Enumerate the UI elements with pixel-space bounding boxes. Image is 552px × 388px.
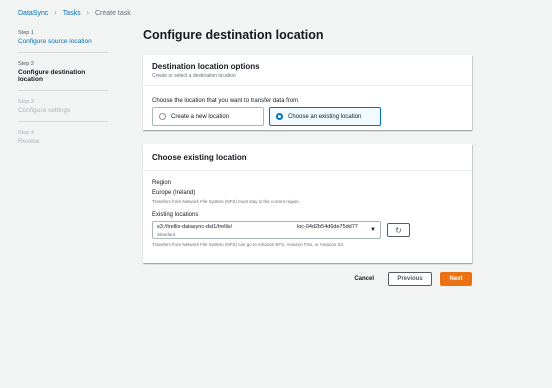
radio-checked-icon[interactable] xyxy=(276,113,283,120)
panel-title: Choose existing location xyxy=(152,153,247,162)
option-create-new-location[interactable]: Create a new location xyxy=(152,107,264,126)
choose-existing-location-panel: Choose existing location Region Europe (… xyxy=(143,144,472,263)
selected-storage-class: Standard xyxy=(157,232,176,237)
wizard-steps: Step 1 Configure source location Step 2 … xyxy=(18,30,108,160)
page-title: Configure destination location xyxy=(143,28,324,42)
region-hint: Transfers from Network File System (NFS)… xyxy=(152,199,300,204)
radio-unchecked-icon[interactable] xyxy=(159,113,166,120)
option-choose-existing-location[interactable]: Choose an existing location xyxy=(269,107,381,126)
step-number: Step 3 xyxy=(18,99,34,105)
step-review: Review xyxy=(18,138,40,145)
region-label: Region xyxy=(152,180,172,186)
breadcrumb-current: Create task xyxy=(94,10,131,17)
destination-options-panel: Destination location options Create or s… xyxy=(143,55,472,130)
chevron-right-icon: › xyxy=(86,10,89,17)
location-choice-label: Choose the location that you want to tra… xyxy=(152,98,299,104)
option-label: Create a new location xyxy=(171,113,230,120)
cancel-button[interactable]: Cancel xyxy=(348,276,380,282)
selected-location-path: s3://trellis-datasync-dst1/trellis/ xyxy=(157,224,233,230)
option-label: Choose an existing location xyxy=(288,113,362,120)
selected-location-id: loc-04d2b54d6de75dd77 xyxy=(297,224,358,230)
location-select-row: s3://trellis-datasync-dst1/trellis/ Stan… xyxy=(152,221,463,239)
step-4: Step 4 Review xyxy=(18,130,108,152)
panel-header: Choose existing location xyxy=(143,144,472,171)
chevron-right-icon: › xyxy=(54,10,57,17)
step-number: Step 2 xyxy=(18,61,34,67)
step-number: Step 1 xyxy=(18,30,34,36)
panel-description: Create or select a destination location xyxy=(152,73,236,79)
breadcrumb-datasync[interactable]: DataSync xyxy=(18,10,48,17)
refresh-button[interactable]: ↻ xyxy=(387,223,410,237)
next-button[interactable]: Next xyxy=(440,272,472,286)
refresh-icon: ↻ xyxy=(395,225,402,235)
breadcrumb: DataSync › Tasks › Create task xyxy=(18,10,131,17)
panel-title: Destination location options xyxy=(152,62,260,71)
step-settings: Configure settings xyxy=(18,107,71,114)
existing-location-select[interactable]: s3://trellis-datasync-dst1/trellis/ Stan… xyxy=(152,221,381,239)
step-number: Step 4 xyxy=(18,130,34,136)
panel-body: Region Europe (Ireland) Transfers from N… xyxy=(152,180,463,247)
panel-header: Destination location options Create or s… xyxy=(143,55,472,86)
previous-button[interactable]: Previous xyxy=(388,272,432,286)
wizard-actions: Cancel Previous Next xyxy=(348,272,472,286)
step-3: Step 3 Configure settings xyxy=(18,99,108,122)
step-1: Step 1 Configure source location xyxy=(18,30,108,53)
existing-locations-label: Existing locations xyxy=(152,212,199,218)
step-current-destination: Configure destination location xyxy=(18,69,86,83)
caret-down-icon: ▼ xyxy=(370,227,376,233)
breadcrumb-tasks[interactable]: Tasks xyxy=(63,10,81,17)
step-link-source[interactable]: Configure source location xyxy=(18,38,108,45)
location-choice-tiles: Create a new location Choose an existing… xyxy=(152,107,381,126)
locations-hint: Transfers from Network File System (NFS)… xyxy=(152,242,345,247)
region-value: Europe (Ireland) xyxy=(152,190,196,196)
step-2: Step 2 Configure destination location xyxy=(18,61,108,91)
